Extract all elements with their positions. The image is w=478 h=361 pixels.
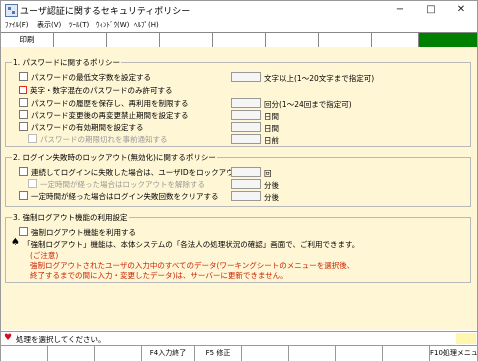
min-length-label: パスワードの最低文字数を設定する [31,73,151,82]
fkey-f5[interactable]: F5 修正 [194,346,241,361]
toolbar-slot-3 [107,33,160,47]
unlock-option[interactable]: 一定時間が経った場合はロックアウトを解除する [28,179,205,190]
lockout-label: 連続してログインに失敗した場合は、ユーザIDをロックアウトする [31,168,257,177]
toolbar-slot-7 [319,33,372,47]
lockout-count-input[interactable] [231,167,261,177]
unlock-minutes-input[interactable] [231,179,261,189]
min-length-option[interactable]: パスワードの最低文字数を設定する [19,72,151,83]
toolbar-slot-2 [54,33,107,47]
validity-option[interactable]: パスワードの有効期間を設定する [19,122,144,133]
menu-tools[interactable]: ﾂｰﾙ(T) [69,20,89,30]
app-window: ユーザ認証に関するセキュリティポリシー − □ ✕ ﾌｧｲﾙ(F) 表示(V) … [0,0,478,361]
status-indicator [456,333,476,344]
password-policy-section: 1. パスワードに関するポリシー パスワードの最低文字数を設定する 文字以上(1… [5,57,471,147]
function-key-bar: F4入力終了 F5 修正 F10処理メニュー [1,345,478,361]
spade-icon: ♠ [11,237,20,248]
lockout-checkbox[interactable] [19,167,28,176]
force-logout-option[interactable]: 強制ログアウト機能を利用する [19,227,136,238]
title-bar: ユーザ認証に関するセキュリティポリシー − □ ✕ [1,1,477,19]
toolbar-accent [419,33,477,47]
expiry-notice-unit: 日前 [264,136,279,145]
expiry-notice-input[interactable] [231,134,261,144]
change-lock-unit: 日間 [264,112,279,121]
fkey-f10[interactable]: F10処理メニュー [429,346,478,361]
maximize-button[interactable]: □ [415,1,447,19]
force-logout-section: 3. 強制ログアウト機能の利用設定 強制ログアウト機能を利用する ♠ 「強制ログ… [5,212,471,283]
clear-failures-input[interactable] [231,191,261,201]
toolbar-slot-6 [266,33,319,47]
fkey-f7[interactable] [288,346,335,361]
expiry-notice-option[interactable]: パスワードの期限切れを事前通知する [28,134,168,145]
expiry-notice-label: パスワードの期限切れを事前通知する [40,135,168,144]
main-panel: 1. パスワードに関するポリシー パスワードの最低文字数を設定する 文字以上(1… [1,47,477,330]
clear-failures-label: 一定時間が経った場合はログイン失敗回数をクリアする [31,192,219,201]
min-length-input[interactable] [231,72,261,82]
history-unit: 回分(1～24回まで指定可) [264,100,352,109]
minimize-button[interactable]: − [384,1,416,19]
menu-help[interactable]: ﾍﾙﾌﾟ(H) [134,20,159,30]
min-length-unit: 文字以上(1～20文字まで指定可) [264,74,375,83]
section-title: 1. パスワードに関するポリシー [12,57,122,68]
force-logout-label: 強制ログアウト機能を利用する [31,228,136,237]
fkey-f1[interactable] [1,346,46,361]
menu-bar: ﾌｧｲﾙ(F) 表示(V) ﾂｰﾙ(T) ｳｨﾝﾄﾞｳ(W) ﾍﾙﾌﾟ(H) [1,19,477,33]
status-message: 処理を選択してください。 [16,335,106,344]
change-lock-checkbox[interactable] [19,110,28,119]
clear-failures-checkbox[interactable] [19,191,28,200]
fkey-f8[interactable] [335,346,382,361]
change-lock-input[interactable] [231,110,261,120]
toolbar: 印刷 [1,32,477,48]
expiry-notice-checkbox[interactable] [28,134,37,143]
alnum-checkbox[interactable] [19,86,27,94]
force-logout-info: 「強制ログアウト」機能は、本体システムの「各法人の処理状況の確認」画面で、ご利用… [23,240,360,249]
clear-failures-option[interactable]: 一定時間が経った場合はログイン失敗回数をクリアする [19,191,219,202]
section-title: 3. 強制ログアウト機能の利用設定 [12,212,129,223]
status-bar: ♥ 処理を選択してください。 [1,331,477,345]
fkey-f4[interactable]: F4入力終了 [141,346,194,361]
history-input[interactable] [231,98,261,108]
menu-file[interactable]: ﾌｧｲﾙ(F) [5,20,29,30]
app-icon [5,4,18,17]
lockout-policy-section: 2. ログイン失敗時のロックアウト(無効化)に関するポリシー 連続してログインに… [5,152,471,207]
change-lock-option[interactable]: パスワード変更後の再変更禁止期間を設定する [19,110,189,121]
window-title: ユーザ認証に関するセキュリティポリシー [20,7,191,17]
toolbar-slot-4 [160,33,213,47]
fkey-f3[interactable] [94,346,141,361]
change-lock-label: パスワード変更後の再変更禁止期間を設定する [31,111,189,120]
lockout-option[interactable]: 連続してログインに失敗した場合は、ユーザIDをロックアウトする [19,167,256,178]
menu-window[interactable]: ｳｨﾝﾄﾞｳ(W) [96,20,129,30]
fkey-f6[interactable] [241,346,288,361]
heart-icon: ♥ [4,333,13,343]
force-logout-checkbox[interactable] [19,227,28,236]
fkey-f2[interactable] [47,346,94,361]
toolbar-slot-8 [372,33,419,47]
unlock-label: 一定時間が経った場合はロックアウトを解除する [40,180,205,189]
fkey-f9[interactable] [382,346,429,361]
unlock-checkbox[interactable] [28,179,37,188]
history-label: パスワードの履歴を保存し、再利用を制限する [31,99,189,108]
menu-view[interactable]: 表示(V) [37,20,61,30]
alnum-option[interactable]: 英字・数字混在のパスワードのみ許可する [19,85,173,96]
print-button[interactable]: 印刷 [1,33,54,47]
validity-input[interactable] [231,122,261,132]
min-length-checkbox[interactable] [19,72,28,81]
unlock-unit: 分後 [264,181,279,190]
clear-failures-unit: 分後 [264,193,279,202]
validity-label: パスワードの有効期間を設定する [31,123,144,132]
validity-checkbox[interactable] [19,122,28,131]
section-title: 2. ログイン失敗時のロックアウト(無効化)に関するポリシー [12,152,217,163]
alnum-label: 英字・数字混在のパスワードのみ許可する [30,86,173,95]
lockout-unit: 回 [264,169,272,178]
history-checkbox[interactable] [19,98,28,107]
validity-unit: 日間 [264,124,279,133]
history-option[interactable]: パスワードの履歴を保存し、再利用を制限する [19,98,189,109]
caution-line-2: 終了するまでの間に入力・変更したデータ)は、サーバーに更新できません。 [30,271,288,280]
toolbar-slot-5 [213,33,266,47]
close-button[interactable]: ✕ [445,1,477,19]
